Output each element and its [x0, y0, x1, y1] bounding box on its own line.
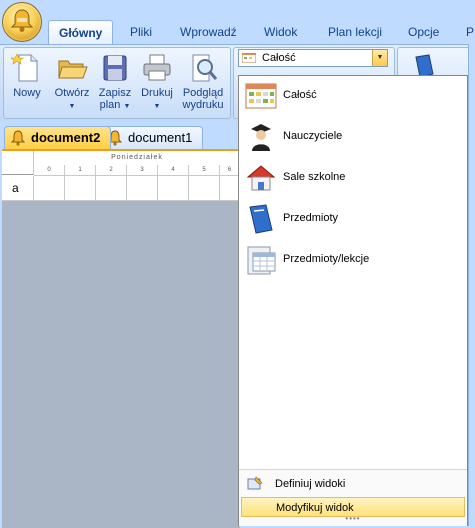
grid-cell[interactable]: [189, 176, 220, 201]
period-header: 3: [127, 165, 158, 176]
right-edge-panel: [468, 44, 475, 526]
printer-icon: [141, 52, 173, 84]
new-document-icon: [10, 52, 43, 84]
grid-cell[interactable]: [96, 176, 127, 201]
view-list: Całość Nauczyciele Sale szkolne Przedmio…: [239, 76, 467, 280]
tab-widok[interactable]: Widok: [256, 22, 305, 42]
tab-plan-lekcji[interactable]: Plan lekcji: [320, 22, 390, 42]
folder-icon: [56, 52, 88, 84]
view-item-label: Całość: [283, 89, 317, 101]
view-item-label: Sale szkolne: [283, 171, 346, 183]
dropdown-footer: Definiuj widoki Modyfikuj widok ••••: [239, 469, 467, 526]
view-combo[interactable]: Całość ▼: [238, 49, 388, 67]
grid-cell[interactable]: [65, 176, 96, 201]
grid-day-header: Poniedziałek: [111, 154, 163, 161]
timetable-area: Poniedziałek 0 1 2 3 4 5 6 a: [2, 149, 240, 528]
period-header: 6: [220, 165, 240, 176]
period-header: 0: [34, 165, 65, 176]
tab-more[interactable]: P: [458, 22, 475, 42]
dropdown-empty-area: [239, 282, 467, 462]
define-views-label: Definiuj widoki: [275, 478, 346, 490]
grid-cell[interactable]: [158, 176, 189, 201]
tab-pliki[interactable]: Pliki: [122, 22, 160, 42]
period-header: 4: [158, 165, 189, 176]
file-group: Nowy Otwórz ▼ Zapisz plan ▼ Drukuj ▼ Pod…: [3, 47, 231, 119]
period-header: 1: [65, 165, 96, 176]
ribbon-tab-bar: Główny Pliki Wprowadź Widok Plan lekcji …: [0, 18, 475, 45]
view-combo-value: Całość: [262, 52, 296, 64]
doc-tab-document2[interactable]: document2: [4, 126, 112, 149]
period-header: 2: [96, 165, 127, 176]
tab-glowny[interactable]: Główny: [48, 20, 114, 45]
tab-opcje[interactable]: Opcje: [400, 22, 447, 42]
preview-label-line2: wydruku: [182, 99, 224, 111]
doc-tab-label: document1: [128, 130, 193, 145]
doc-tab-document1[interactable]: document1: [101, 126, 204, 149]
chevron-down-icon[interactable]: ▼: [372, 50, 387, 66]
modify-view-label: Modyfikuj widok: [276, 502, 354, 514]
teacher-icon: [251, 124, 271, 151]
tab-wprowadz[interactable]: Wprowadź: [172, 22, 245, 42]
print-preview-button[interactable]: Podgląd wydruku: [180, 52, 226, 111]
magnifier-page-icon: [187, 52, 219, 84]
book-icon: [249, 204, 273, 234]
view-item-przedmioty-lekcje[interactable]: Przedmioty/lekcje: [239, 240, 467, 280]
view-item-calosc[interactable]: Całość: [239, 76, 467, 116]
view-dropdown: Całość Nauczyciele Sale szkolne Przedmio…: [238, 75, 468, 526]
view-item-nauczyciele[interactable]: Nauczyciele: [239, 117, 467, 157]
grid-cell[interactable]: [127, 176, 158, 201]
grid-corner: [2, 151, 34, 175]
open-button[interactable]: Otwórz ▼: [52, 52, 92, 113]
save-label-line2: plan ▼: [99, 99, 131, 111]
settings-views-icon: [247, 476, 263, 490]
doc-tab-label: document2: [31, 130, 101, 145]
bell-icon: [11, 130, 25, 146]
print-button[interactable]: Drukuj ▼: [138, 52, 176, 113]
view-item-label: Przedmioty/lekcje: [283, 253, 370, 265]
resize-grip[interactable]: ••••: [239, 514, 467, 524]
define-views-button[interactable]: Definiuj widoki: [241, 474, 465, 494]
house-icon: [246, 165, 276, 191]
view-item-sale-szkolne[interactable]: Sale szkolne: [239, 158, 467, 198]
new-button[interactable]: Nowy: [10, 52, 44, 99]
grid-cell[interactable]: [34, 176, 65, 201]
floppy-disk-icon: [99, 52, 131, 84]
view-item-label: Przedmioty: [283, 212, 339, 224]
new-label: Nowy: [13, 87, 41, 99]
save-label-line1: Zapisz: [98, 87, 132, 99]
open-label: Otwórz ▼: [54, 87, 90, 110]
calendar-small-icon: [242, 53, 256, 63]
view-item-przedmioty[interactable]: Przedmioty: [239, 199, 467, 239]
row-label: a: [12, 181, 19, 195]
save-plan-button[interactable]: Zapisz plan ▼: [96, 52, 134, 113]
document-grid-icon: [247, 246, 276, 275]
preview-label-line1: Podgląd: [182, 87, 224, 99]
timetable-grid: Poniedziałek 0 1 2 3 4 5 6 a: [2, 151, 240, 201]
print-label: Drukuj ▼: [141, 87, 173, 110]
calendar-icon: [245, 83, 277, 109]
grid-cell[interactable]: [220, 176, 240, 201]
view-item-label: Nauczyciele: [283, 130, 343, 142]
period-header: 5: [189, 165, 220, 176]
